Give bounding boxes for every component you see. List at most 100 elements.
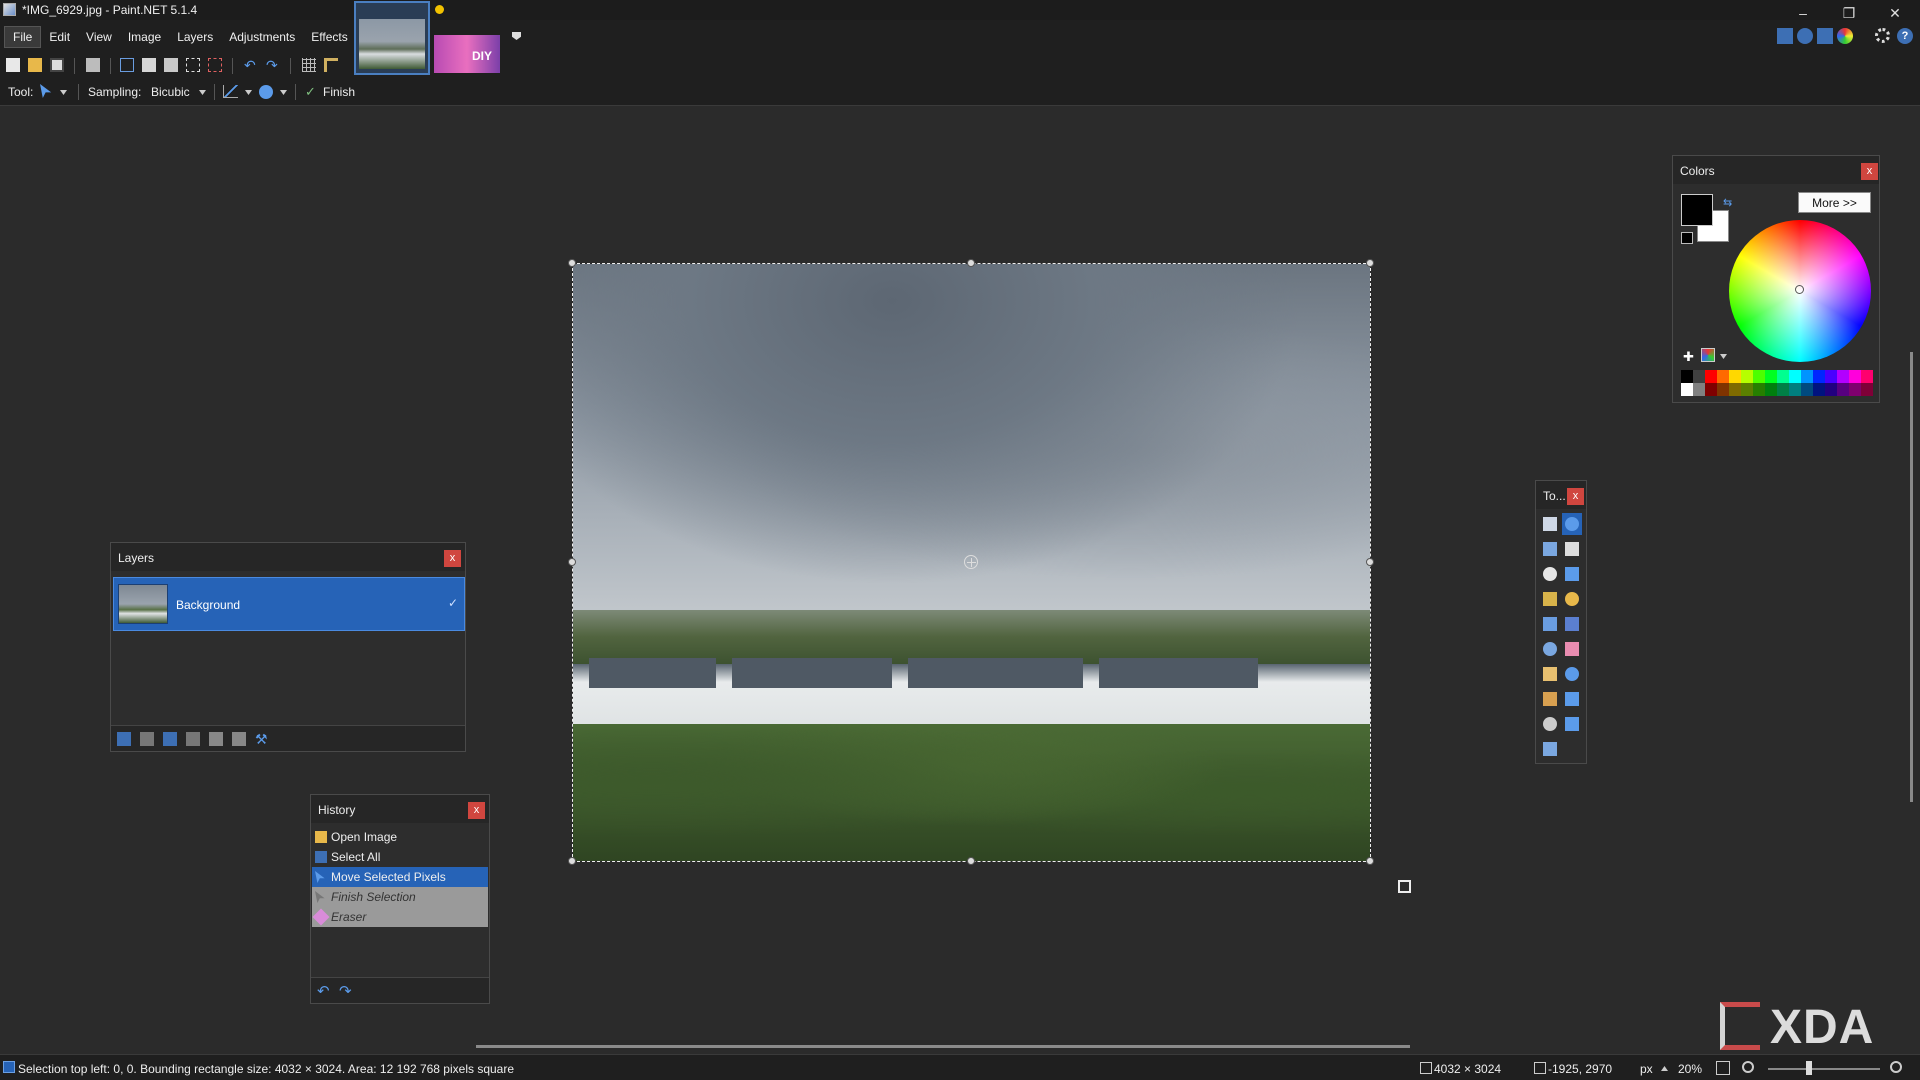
menu-view[interactable]: View (78, 26, 120, 48)
tool-line-curve[interactable] (1562, 713, 1582, 735)
tool-move-pixels[interactable] (1562, 538, 1582, 560)
palette-swatch[interactable] (1777, 370, 1789, 383)
selection-handle[interactable] (1366, 558, 1374, 566)
deselect-icon[interactable] (208, 58, 222, 72)
colors-toggle-icon[interactable] (1837, 28, 1853, 44)
menu-effects[interactable]: Effects (303, 26, 355, 48)
layers-panel-header[interactable]: Layers x (111, 543, 465, 571)
tool-move-selection[interactable] (1562, 513, 1582, 535)
palette-swatch[interactable] (1813, 383, 1825, 396)
layers-panel-close-button[interactable]: x (444, 550, 461, 567)
palette-swatch[interactable] (1753, 370, 1765, 383)
close-button[interactable]: ✕ (1872, 0, 1918, 26)
zoom-to-window-icon[interactable] (1716, 1061, 1730, 1075)
tool-pan[interactable] (1562, 588, 1582, 610)
palette-swatch[interactable] (1765, 383, 1777, 396)
duplicate-layer-icon[interactable] (163, 732, 177, 746)
vertical-scrollbar[interactable] (1910, 352, 1913, 802)
grid-icon[interactable] (302, 58, 316, 72)
history-item-eraser[interactable]: Eraser (312, 907, 488, 927)
history-panel-header[interactable]: History x (311, 795, 489, 823)
palette-swatch[interactable] (1741, 383, 1753, 396)
colors-panel-close-button[interactable]: x (1861, 163, 1878, 180)
zoom-readout[interactable]: 20% (1678, 1062, 1702, 1076)
move-layer-down-icon[interactable] (232, 732, 246, 746)
menu-image[interactable]: Image (120, 26, 169, 48)
menu-layers[interactable]: Layers (169, 26, 221, 48)
add-to-palette-icon[interactable]: ✚ (1683, 349, 1694, 365)
selection-handle[interactable] (568, 857, 576, 865)
finish-button[interactable]: Finish (323, 85, 355, 99)
ruler-icon[interactable] (324, 58, 338, 72)
menu-file[interactable]: File (4, 26, 41, 48)
chevron-down-icon[interactable] (199, 90, 206, 95)
selection-handle[interactable] (568, 259, 576, 267)
color-wheel-cursor[interactable] (1795, 285, 1804, 294)
settings-gear-icon[interactable] (1875, 28, 1890, 43)
restore-button[interactable]: ❐ (1826, 0, 1872, 26)
history-item-open-image[interactable]: Open Image (312, 827, 488, 847)
primary-color-swatch[interactable] (1681, 194, 1713, 226)
selection-handle[interactable] (967, 857, 975, 865)
tool-rectangle-select[interactable] (1540, 513, 1560, 535)
move-selection-icon[interactable] (40, 84, 54, 98)
selection-handle[interactable] (967, 259, 975, 267)
palette-swatch[interactable] (1825, 370, 1837, 383)
add-layer-icon[interactable] (117, 732, 131, 746)
tool-text[interactable] (1540, 713, 1560, 735)
palette-swatch[interactable] (1861, 370, 1873, 383)
sampling-select[interactable]: Bicubic (151, 85, 190, 99)
palette-swatch[interactable] (1717, 370, 1729, 383)
palette-menu-icon[interactable] (1701, 348, 1715, 362)
tool-pencil[interactable] (1540, 663, 1560, 685)
crop-icon[interactable] (186, 58, 200, 72)
layer-properties-wrench-icon[interactable]: ⚒ (255, 732, 269, 746)
zoom-out-icon[interactable] (1742, 1061, 1754, 1073)
move-layer-up-icon[interactable] (209, 732, 223, 746)
tool-color-picker[interactable] (1562, 663, 1582, 685)
tool-clone-stamp[interactable] (1540, 688, 1560, 710)
chevron-down-icon[interactable] (60, 90, 67, 95)
zoom-slider[interactable] (1768, 1068, 1880, 1070)
merge-layer-down-icon[interactable] (186, 732, 200, 746)
layers-toggle-icon[interactable] (1817, 28, 1833, 44)
chevron-down-icon[interactable] (280, 90, 287, 95)
palette-swatch[interactable] (1681, 370, 1693, 383)
minimize-button[interactable]: – (1780, 0, 1826, 26)
save-icon[interactable] (50, 58, 64, 72)
palette-swatch[interactable] (1849, 370, 1861, 383)
swap-colors-icon[interactable]: ⇆ (1723, 196, 1732, 209)
history-item-move-selected-pixels[interactable]: Move Selected Pixels (312, 867, 488, 887)
palette-swatch[interactable] (1693, 370, 1705, 383)
paste-icon[interactable] (164, 58, 178, 72)
new-icon[interactable] (6, 58, 20, 72)
palette-swatch[interactable] (1849, 383, 1861, 396)
selection-handle[interactable] (1366, 259, 1374, 267)
tool-zoom[interactable] (1562, 563, 1582, 585)
redo-icon[interactable]: ↷ (266, 58, 280, 72)
tool-paint-bucket[interactable] (1540, 613, 1560, 635)
undo-icon[interactable]: ↶ (317, 982, 330, 1000)
palette-swatch[interactable] (1705, 370, 1717, 383)
palette-swatch[interactable] (1825, 383, 1837, 396)
palette-swatch[interactable] (1765, 370, 1777, 383)
help-icon[interactable]: ? (1897, 28, 1913, 44)
layer-row-background[interactable]: Background ✓ (113, 577, 465, 631)
chevron-down-icon[interactable] (1720, 354, 1727, 359)
move-handle-icon[interactable] (964, 555, 978, 569)
blend-mode-icon[interactable] (259, 85, 273, 99)
delete-layer-icon[interactable] (140, 732, 154, 746)
copy-icon[interactable] (142, 58, 156, 72)
undo-icon[interactable]: ↶ (244, 58, 258, 72)
palette-swatch[interactable] (1789, 383, 1801, 396)
tool-eraser[interactable] (1562, 638, 1582, 660)
print-icon[interactable] (86, 58, 100, 72)
selection-handle[interactable] (568, 558, 576, 566)
history-panel-close-button[interactable]: x (468, 802, 485, 819)
layer-visibility-checkbox[interactable]: ✓ (448, 596, 458, 610)
palette-swatch[interactable] (1705, 383, 1717, 396)
palette-swatch[interactable] (1729, 383, 1741, 396)
palette-swatch[interactable] (1717, 383, 1729, 396)
tool-recolor[interactable] (1562, 688, 1582, 710)
more-colors-button[interactable]: More >> (1798, 192, 1871, 213)
